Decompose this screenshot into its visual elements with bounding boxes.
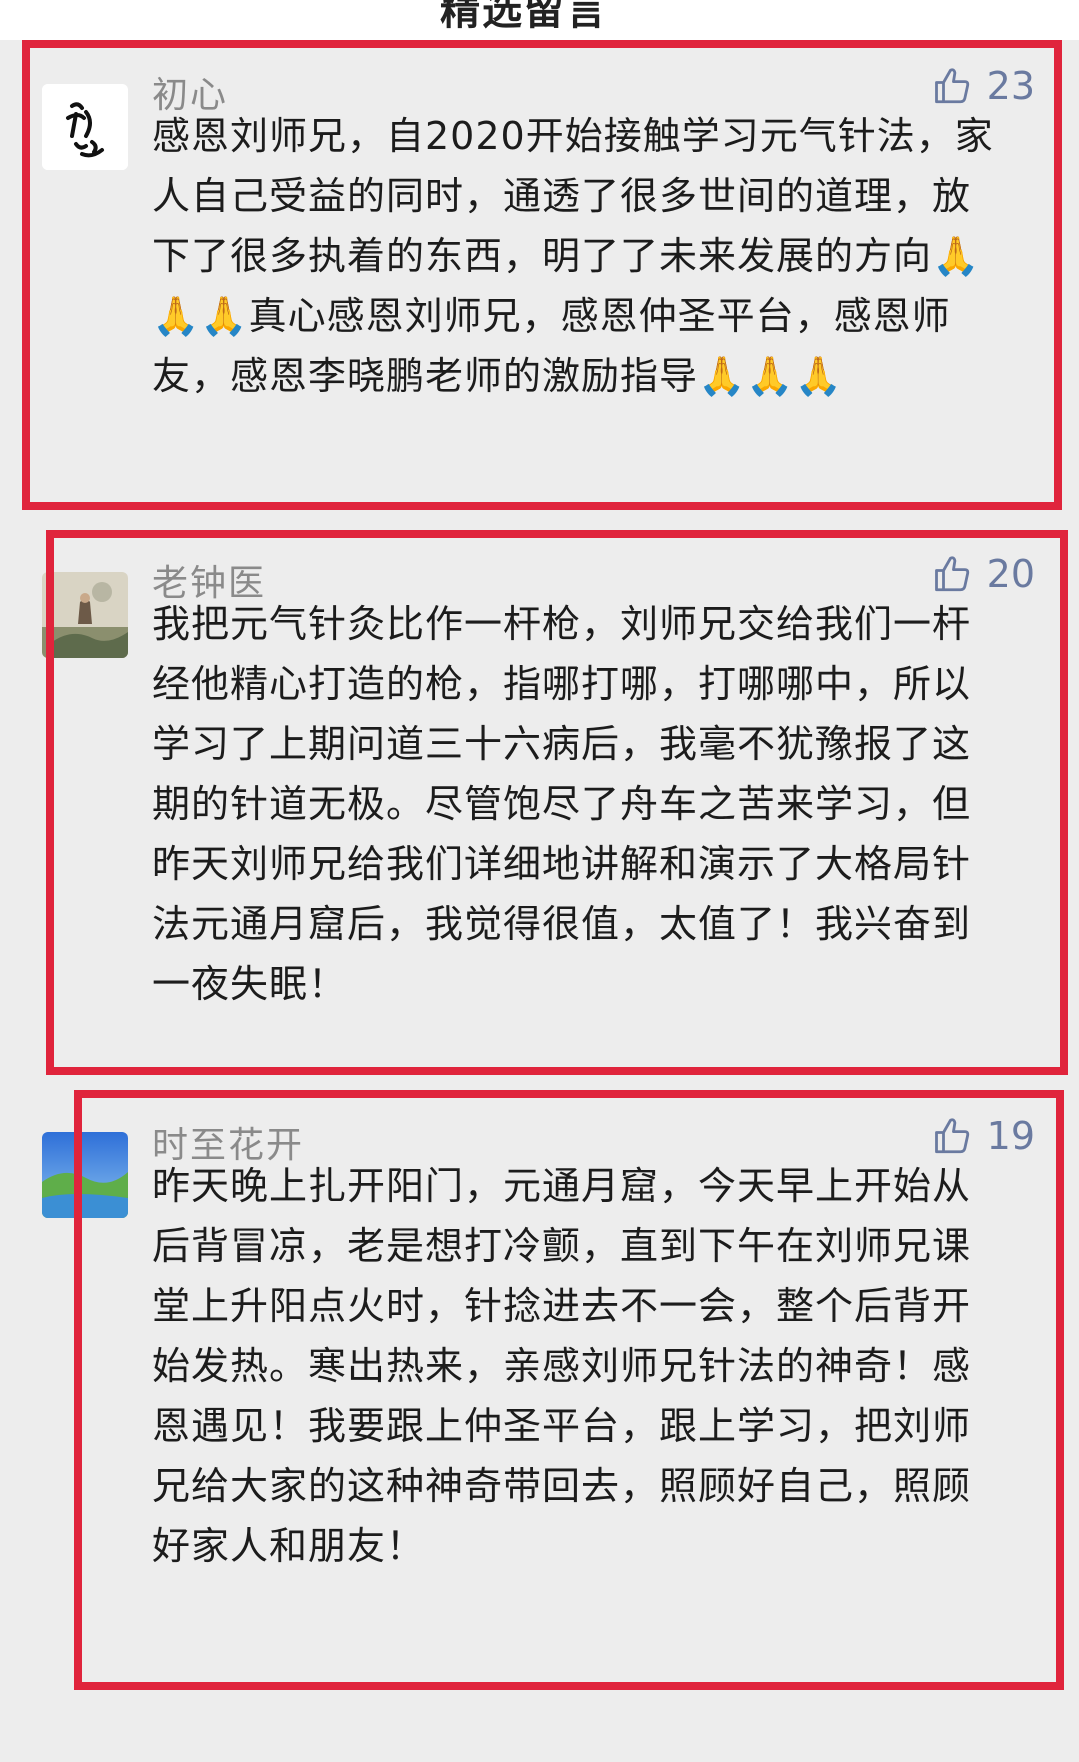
like-count: 19 — [986, 1114, 1035, 1158]
like-button[interactable]: 23 — [933, 64, 1035, 108]
landscape-avatar-icon — [42, 1132, 128, 1218]
avatar[interactable] — [42, 84, 128, 170]
calligraphy-avatar-icon — [42, 84, 128, 170]
comment-item: 初心 23 感恩刘师兄，自2020开始接触学习元气针法，家人自己受益的同时，通透… — [0, 40, 1079, 510]
comment-text: 感恩刘师兄，自2020开始接触学习元气针法，家人自己受益的同时，通透了很多世间的… — [152, 114, 994, 398]
painting-avatar-icon — [42, 572, 128, 658]
like-count: 23 — [986, 64, 1035, 108]
avatar[interactable] — [42, 572, 128, 658]
thumbs-up-icon — [934, 68, 969, 104]
thumbs-up-icon — [934, 1118, 969, 1154]
comment-item: 老钟医 20 我把元气针灸比作一杆枪，刘师兄交给我们一杆经他精心打造的枪，指哪打… — [0, 530, 1079, 1075]
thumbs-up-icon — [934, 556, 969, 592]
next-comment-peek — [0, 1742, 1079, 1762]
comment-text: 我把元气针灸比作一杆枪，刘师兄交给我们一杆经他精心打造的枪，指哪打哪，打哪哪中，… — [152, 602, 972, 1006]
like-button[interactable]: 19 — [933, 1114, 1035, 1158]
like-count: 20 — [986, 552, 1035, 596]
section-title: 精选留言 — [440, 0, 608, 34]
comment-text: 昨天晚上扎开阳门，元通月窟，今天早上开始从后背冒凉，老是想打冷颤，直到下午在刘师… — [152, 1164, 972, 1568]
avatar[interactable] — [42, 1132, 128, 1218]
like-button[interactable]: 20 — [933, 552, 1035, 596]
comment-item: 时至花开 19 昨天晚上扎开阳门，元通月窟，今天早上开始从后背冒凉，老是想打冷颤… — [0, 1090, 1079, 1690]
